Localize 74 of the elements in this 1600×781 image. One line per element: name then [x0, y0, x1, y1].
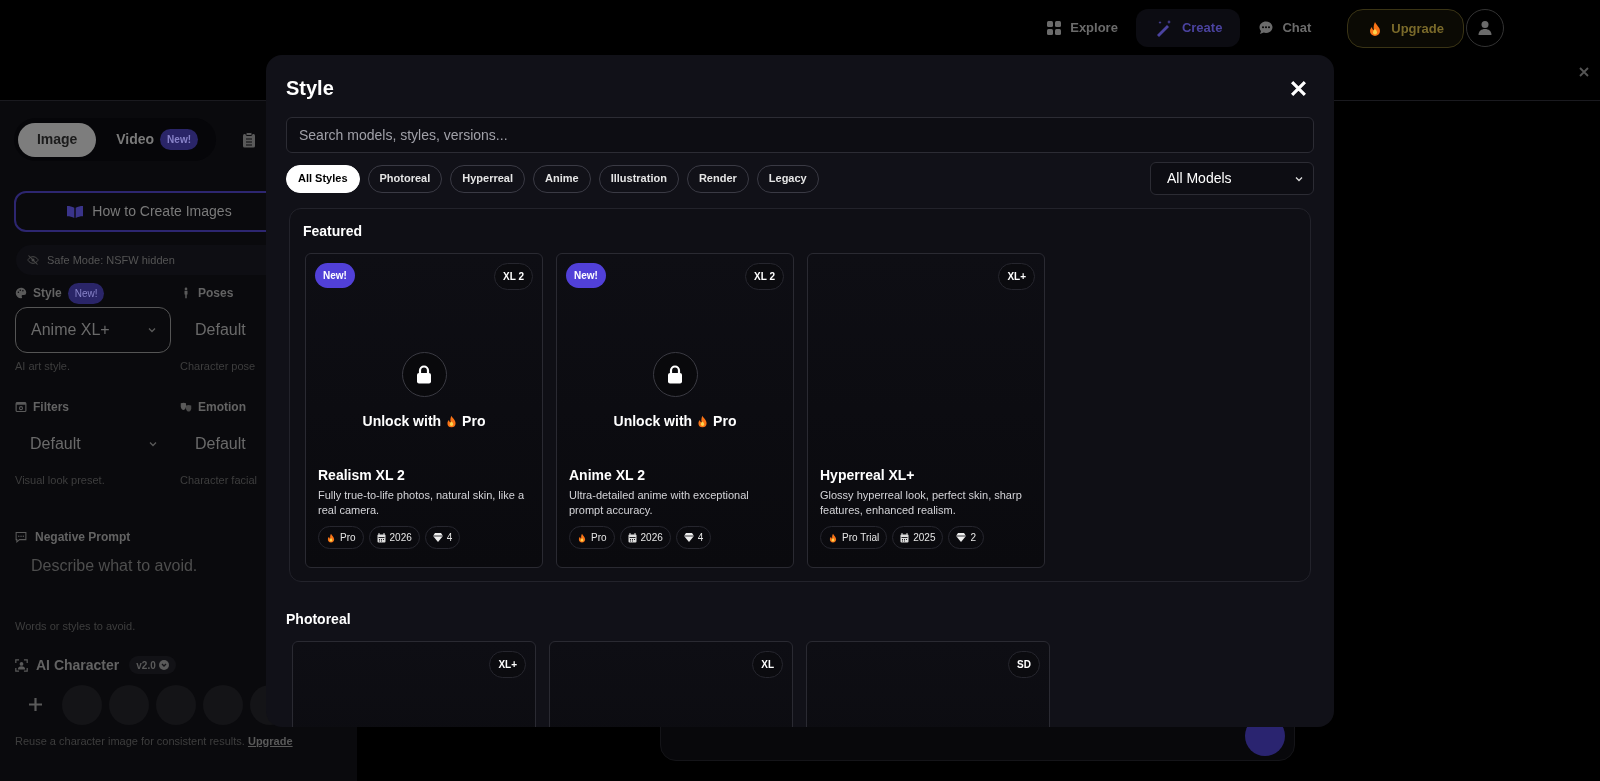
fire-icon — [577, 532, 587, 543]
field-label: Negative Prompt — [35, 529, 131, 546]
model-tag: XL 2 — [494, 263, 533, 290]
plus-icon — [28, 698, 42, 711]
fire-icon — [828, 532, 838, 543]
style-card[interactable]: XL+ Hyperreal XL+ Glossy hyperreal look, perfect skin, sharp features, enhanced realism. Pro Trial 2025 2 — [807, 253, 1045, 568]
card-title: Realism XL 2 — [318, 466, 406, 484]
select-field[interactable]: Anime XL+ — [15, 307, 171, 353]
card-title: Hyperreal XL+ — [820, 466, 916, 484]
calendar-icon — [900, 532, 910, 543]
user-icon — [1477, 20, 1493, 36]
image-frame-icon — [15, 400, 27, 413]
safe-mode-label: Safe Mode: NSFW hidden — [47, 252, 175, 268]
mode-tab[interactable]: Image — [18, 122, 97, 157]
diamond-icon — [956, 533, 967, 542]
style-card[interactable]: XL+ — [292, 641, 536, 727]
close-icon — [1579, 67, 1589, 77]
section-title: Photoreal — [286, 610, 352, 629]
new-badge: New! — [315, 263, 355, 288]
field-label: Filters — [33, 398, 69, 416]
model-tag: XL — [752, 651, 783, 678]
modal-title: Style — [286, 76, 334, 101]
nav-tab[interactable]: Chat — [1244, 9, 1326, 47]
calendar-icon — [376, 532, 386, 543]
model-tag: XL+ — [489, 651, 526, 678]
fire-icon — [696, 415, 710, 428]
fire-icon — [445, 415, 459, 428]
style-card[interactable]: XL — [549, 641, 793, 727]
card-title: Anime XL 2 — [569, 466, 646, 484]
plan-label: Pro — [462, 412, 486, 431]
model-tag: XL+ — [998, 263, 1035, 290]
card-description: Ultra-detailed anime with exceptional prompt accuracy. — [569, 488, 750, 518]
style-card[interactable]: SD — [806, 641, 1050, 727]
diamond-icon — [432, 533, 443, 542]
book-icon — [66, 204, 85, 219]
card-description: Fully true-to-life photos, natural skin, like a real camera. — [318, 488, 526, 518]
field-label: Style — [33, 285, 62, 302]
model-tag: XL 2 — [745, 263, 784, 290]
lock-icon — [667, 365, 683, 384]
search-field[interactable]: Search models, styles, versions... — [286, 117, 1314, 153]
new-badge: New! — [566, 263, 606, 288]
select-field[interactable]: Default — [15, 420, 171, 467]
field-label: Poses — [198, 285, 234, 302]
masks-icon — [180, 400, 192, 413]
new-badge: New! — [160, 129, 198, 150]
close-icon — [1289, 79, 1307, 97]
filter-chip[interactable]: All Styles — [286, 164, 360, 193]
person-frame-icon — [15, 658, 28, 672]
comment-icon — [15, 531, 27, 543]
chevron-circle-icon — [158, 660, 169, 670]
style-card[interactable]: New! XL 2 Unlock with Pro Realism XL 2 Fully true-to-life photos, natural skin, like a real camera. Pro 2026 4 — [305, 253, 543, 568]
mode-tab[interactable]: Video New! — [96, 122, 198, 157]
model-select[interactable]: All Models — [1150, 162, 1314, 195]
clipboard-icon[interactable] — [242, 131, 256, 148]
card-description: Glossy hyperreal look, perfect skin, sharp features, enhanced realism. — [820, 488, 1023, 518]
upgrade-button[interactable]: Upgrade — [1347, 9, 1464, 48]
model-tag: SD — [1008, 651, 1040, 678]
palette-icon — [15, 287, 27, 299]
style-card[interactable]: New! XL 2 Unlock with Pro Anime XL 2 Ultra-detailed anime with exceptional prompt accuracy. Pro 2026 4 — [556, 253, 794, 568]
grid-icon — [1046, 20, 1063, 36]
diamond-icon — [683, 533, 694, 542]
lock-icon — [416, 365, 432, 384]
nav-tab[interactable]: Explore — [1032, 9, 1132, 47]
field-label: Emotion — [198, 398, 246, 416]
plan-label: Pro — [713, 412, 737, 431]
close-button[interactable] — [1288, 78, 1308, 98]
unlock-label: Unlock with — [613, 412, 693, 431]
chat-bubble-icon — [1258, 20, 1275, 36]
unlock-label: Unlock with — [362, 412, 442, 431]
calendar-icon — [627, 532, 637, 543]
eye-slash-icon — [27, 254, 39, 266]
field-label: AI Character — [36, 655, 120, 675]
new-badge: New! — [67, 282, 105, 304]
fire-icon — [326, 532, 336, 543]
